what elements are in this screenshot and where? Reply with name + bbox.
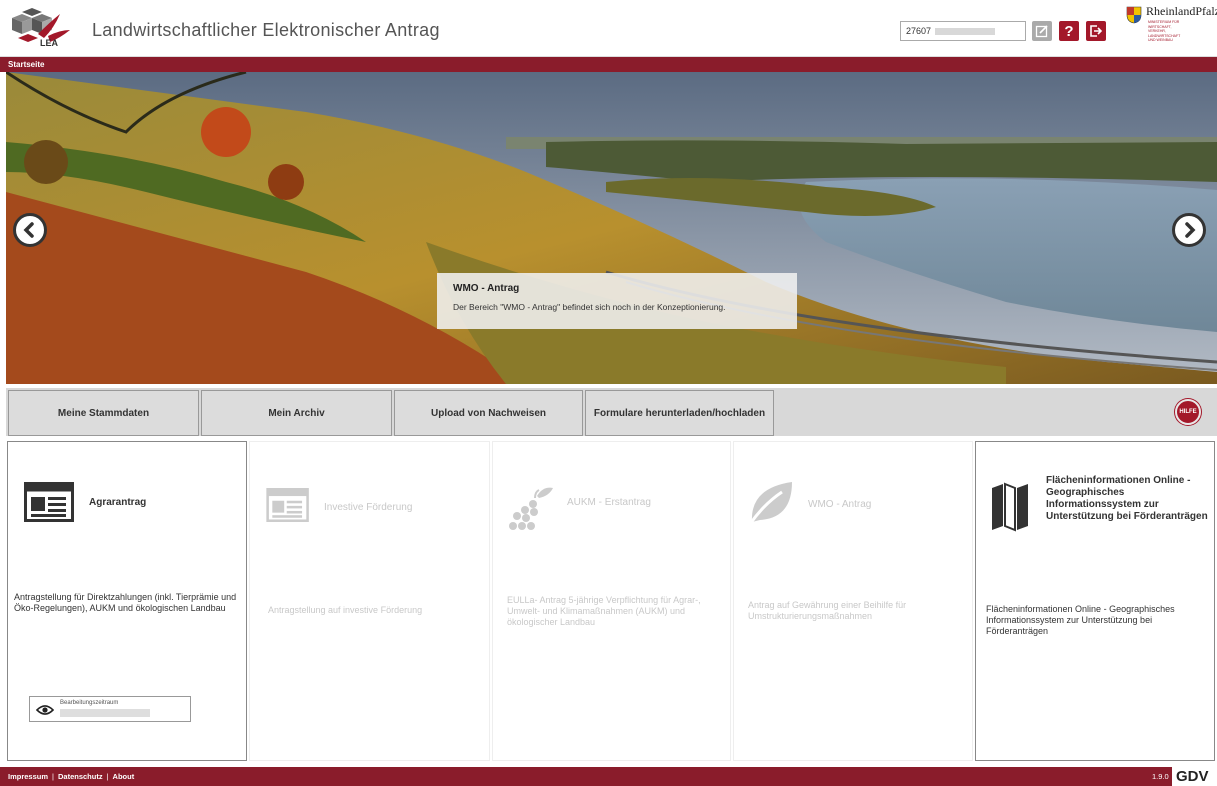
breadcrumb: Startseite [0,57,1217,72]
card-title: Agrarantrag [89,497,147,508]
lea-logo[interactable]: LEA [8,8,80,52]
grapes-icon [509,487,553,530]
nav-button-archiv[interactable]: Mein Archiv [201,390,392,436]
slider-prev-button[interactable] [13,213,47,247]
card-description: EULLa- Antrag 5-jährige Verpflichtung fü… [507,595,701,627]
vineyard-river-photo [6,72,1217,384]
eye-icon [36,705,54,715]
card-wmo-antrag: WMO - Antrag Antrag auf Gewährung einer … [733,441,973,761]
nav-button-formulare[interactable]: Formulare herunterladen/hochladen [585,390,774,436]
datenschutz-link[interactable]: Datenschutz [58,772,103,781]
card-aukm-erstantrag: AUKM - Erstantrag EULLa- Antrag 5-jährig… [492,441,731,761]
card-title: WMO - Antrag [808,499,872,510]
chevron-right-icon [1185,222,1196,238]
about-link[interactable]: About [113,772,135,781]
card-title: Investive Förderung [324,502,413,513]
period-field[interactable]: Bearbeitungszeitraum [29,696,191,722]
card-investive-foerderung: Investive Förderung Antragstellung auf i… [249,441,490,761]
newspaper-icon [266,488,309,522]
breadcrumb-home[interactable]: Startseite [8,60,44,69]
logo-text: LEA [40,38,58,48]
slider-next-button[interactable] [1172,213,1206,247]
slide-caption: WMO - Antrag Der Bereich "WMO - Antrag" … [437,273,797,329]
version-label: 1.9.0 [1152,772,1169,781]
card-description: Antragstellung auf investive Förderung [268,605,423,615]
leaf-icon [748,482,792,525]
card-description: Antrag auf Gewährung einer Beihilfe für … [748,600,907,621]
user-number-field[interactable]: 27607 [900,21,1026,41]
help-round-button[interactable]: HILFE [1175,399,1201,425]
map-icon [992,482,1028,532]
user-number: 27607 [906,26,932,36]
logout-icon [1090,25,1103,37]
slide-text: Der Bereich "WMO - Antrag" befindet sich… [453,302,726,312]
edit-button[interactable] [1032,21,1052,41]
card-flaecheninformationen[interactable]: Flächeninformationen Online - Geographis… [975,441,1215,761]
app-title: Landwirtschaftlicher Elektronischer Antr… [92,20,440,40]
rheinland-pfalz-logo: RheinlandPfalz MINISTERIUM FÜR WIRTSCHAF… [1122,4,1217,54]
card-description: Flächeninformationen Online - Geographis… [986,604,1175,636]
ministry-name: MINISTERIUM FÜR WIRTSCHAFT, VERKEHR, LAN… [1148,20,1181,42]
separator: | [52,772,54,781]
slide-title: WMO - Antrag [453,283,520,294]
card-title: AUKM - Erstantrag [567,497,651,508]
logout-button[interactable] [1086,21,1106,41]
edit-icon [1035,25,1048,38]
question-icon: ? [1064,22,1074,40]
card-agrarantrag[interactable]: Agrarantrag Antragstellung für Direktzah… [7,441,247,761]
newspaper-icon [24,482,74,522]
card-description: Antragstellung für Direktzahlungen (inkl… [14,592,237,613]
period-label: Bearbeitungszeitraum [60,700,119,706]
help-button[interactable]: ? [1059,21,1079,41]
separator: | [106,772,109,781]
footer: Impressum | Datenschutz | About 1.9.0 GDV [0,767,1217,786]
nav-button-stammdaten[interactable]: Meine Stammdaten [8,390,199,436]
impressum-link[interactable]: Impressum [8,772,48,781]
crest-icon [1126,6,1142,24]
image-slider: WMO - Antrag Der Bereich "WMO - Antrag" … [6,72,1217,384]
footer-links: Impressum | Datenschutz | About [8,772,134,781]
header: LEA Landwirtschaftlicher Elektronischer … [0,0,1217,57]
nav-button-upload[interactable]: Upload von Nachweisen [394,390,583,436]
gdv-logo: GDV [1172,767,1217,786]
state-name: RheinlandPfalz [1146,4,1217,18]
card-title: Flächeninformationen Online - Geographis… [1046,475,1208,522]
chevron-left-icon [23,222,34,238]
redacted-text [60,709,150,717]
redacted-text [935,27,996,35]
